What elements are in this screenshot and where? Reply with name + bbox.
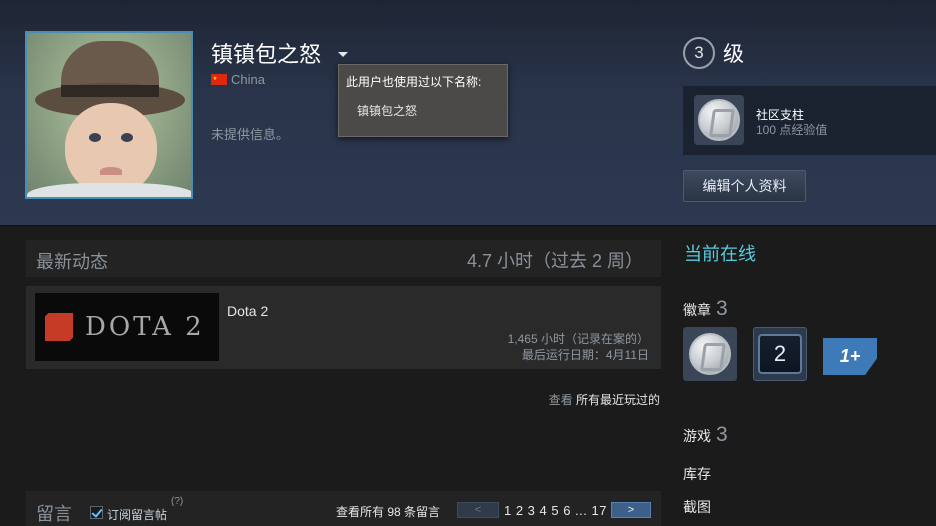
view-all-prefix: 查看 xyxy=(548,393,573,407)
help-icon[interactable]: (?) xyxy=(171,496,183,507)
view-all-comments-link[interactable]: 查看所有 98 条留言 xyxy=(336,503,440,520)
game-capsule[interactable]: DOTA 2 xyxy=(35,293,219,361)
favorite-badge[interactable]: 社区支柱 100 点经验值 xyxy=(683,86,936,155)
china-flag-icon xyxy=(211,74,227,85)
game-capsule-text: DOTA 2 xyxy=(85,312,205,342)
name-history-popup: 此用户也使用过以下名称: 镇镇包之怒 xyxy=(338,64,508,137)
avatar-face xyxy=(65,103,157,195)
avatar-mouth xyxy=(100,167,122,175)
view-all-recent-link[interactable]: 所有最近玩过的 xyxy=(576,393,660,407)
country-name: China xyxy=(231,72,265,87)
games-label: 游戏 xyxy=(683,428,711,444)
next-page-button[interactable]: > xyxy=(611,502,651,518)
game-hours-on-record: 1,465 小时（记录在案的） xyxy=(507,332,649,346)
persona-name: 镇镇包之怒 xyxy=(211,42,322,67)
comments-title: 留言 xyxy=(36,504,72,524)
edit-profile-button[interactable]: 编辑个人资料 xyxy=(683,170,806,202)
subscribe-label[interactable]: 订阅留言帖 xyxy=(107,506,167,523)
page-numbers[interactable]: 1 2 3 4 5 6 ... 17 xyxy=(504,503,607,518)
badges-section[interactable]: 徽章 3 xyxy=(683,297,728,321)
recent-game-row: DOTA 2 Dota 2 1,465 小时（记录在案的） 最后运行日期：4月1… xyxy=(26,286,661,369)
favorite-badge-xp: 100 点经验值 xyxy=(756,123,828,137)
hat-band xyxy=(61,85,159,97)
game-name[interactable]: Dota 2 xyxy=(227,303,268,319)
games-section[interactable]: 游戏 3 xyxy=(683,423,728,447)
name-history-item: 镇镇包之怒 xyxy=(357,104,418,118)
subscribe-checkbox[interactable] xyxy=(90,506,103,519)
dota-logo-icon xyxy=(45,313,73,341)
games-count: 3 xyxy=(716,423,728,446)
avatar-eye-right xyxy=(121,133,133,142)
one-plus-badge[interactable]: 1+ xyxy=(823,338,877,375)
community-pillar-badge-icon xyxy=(689,333,731,375)
inventory-link[interactable]: 库存 xyxy=(683,464,711,484)
recent-playtime: 4.7 小时（过去 2 周） xyxy=(466,251,643,271)
online-status: 当前在线 xyxy=(684,244,756,264)
years-badge-number: 2 xyxy=(758,334,802,374)
community-pillar-badge[interactable] xyxy=(683,327,737,381)
badges-count: 3 xyxy=(716,297,728,320)
level-label: 级 xyxy=(723,43,744,66)
prev-page-button[interactable]: < xyxy=(457,502,499,518)
avatar[interactable] xyxy=(25,31,193,199)
avatar-shirt xyxy=(27,183,191,197)
game-last-played: 最后运行日期：4月11日 xyxy=(521,348,649,362)
badges-label: 徽章 xyxy=(683,302,711,318)
avatar-eye-left xyxy=(89,133,101,142)
name-history-title: 此用户也使用过以下名称: xyxy=(346,75,482,89)
screenshots-link[interactable]: 截图 xyxy=(683,497,711,517)
years-of-service-badge[interactable]: 2 xyxy=(753,327,807,381)
name-history-caret-icon[interactable] xyxy=(338,52,348,57)
view-all-recent: 查看 所有最近玩过的 xyxy=(549,391,660,408)
recent-activity-title: 最新动态 xyxy=(36,252,108,272)
recent-activity-header: 最新动态 4.7 小时（过去 2 周） xyxy=(26,240,661,277)
community-pillar-badge-icon xyxy=(694,95,744,145)
comments-header: 留言 订阅留言帖 (?) 查看所有 98 条留言 < 1 2 3 4 5 6 .… xyxy=(26,491,661,526)
level-badge[interactable]: 3 xyxy=(683,37,715,69)
profile-summary: 未提供信息。 xyxy=(211,127,290,142)
